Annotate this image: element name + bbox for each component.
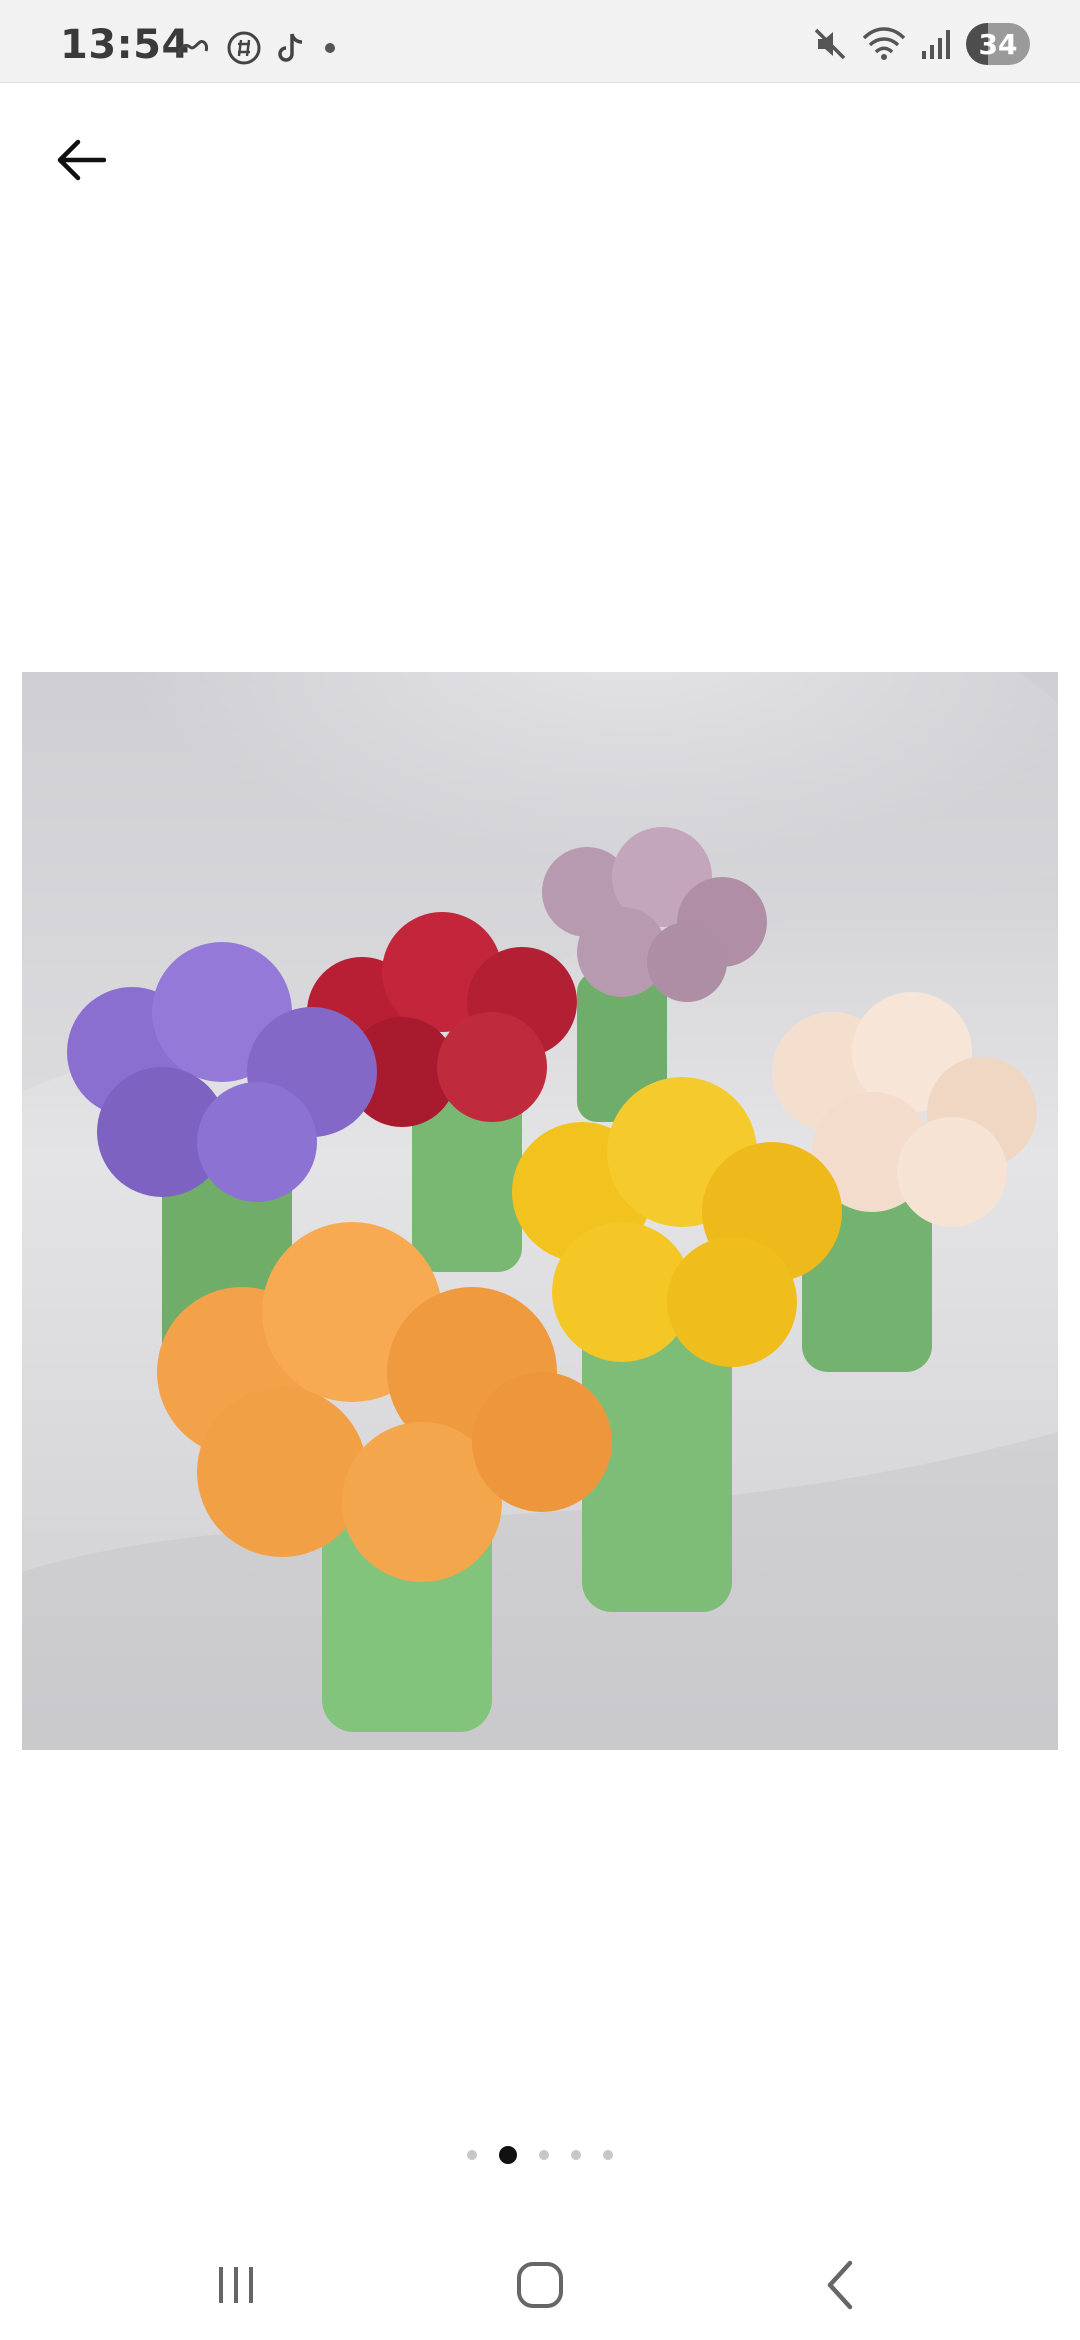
product-photo[interactable] (22, 672, 1058, 1750)
pager-dot-4[interactable] (571, 2150, 581, 2160)
tiktok-icon (278, 33, 303, 62)
home-button[interactable] (500, 2250, 580, 2320)
recents-icon (219, 2267, 253, 2303)
back-icon (827, 2260, 853, 2310)
system-nav-bar (0, 2230, 1080, 2340)
notification-dot-icon (325, 43, 335, 53)
pager-dot-1[interactable] (467, 2150, 477, 2160)
battery-text: 34 (978, 27, 1018, 61)
status-time: 13:54 (60, 22, 190, 68)
link-icon (178, 40, 208, 56)
tulip-soap-image (22, 672, 1058, 1750)
pager-dot-5[interactable] (603, 2150, 613, 2160)
back-button[interactable] (48, 128, 112, 192)
recents-button[interactable] (196, 2250, 276, 2320)
pager-dot-2-active[interactable] (499, 2146, 517, 2164)
image-pager (0, 2140, 1080, 2170)
status-right-icons: 34 (812, 22, 1030, 66)
signal-icon (922, 30, 950, 59)
app-icon (227, 31, 261, 65)
status-left-icons (176, 28, 340, 68)
back-arrow-icon (57, 139, 106, 181)
mute-icon (814, 28, 846, 60)
pager-dot-3[interactable] (539, 2150, 549, 2160)
status-bar: 13:54 34 (0, 0, 1080, 83)
home-icon (517, 2262, 563, 2308)
wifi-icon (862, 27, 906, 60)
nav-back-button[interactable] (800, 2250, 880, 2320)
battery-icon: 34 (966, 23, 1030, 65)
